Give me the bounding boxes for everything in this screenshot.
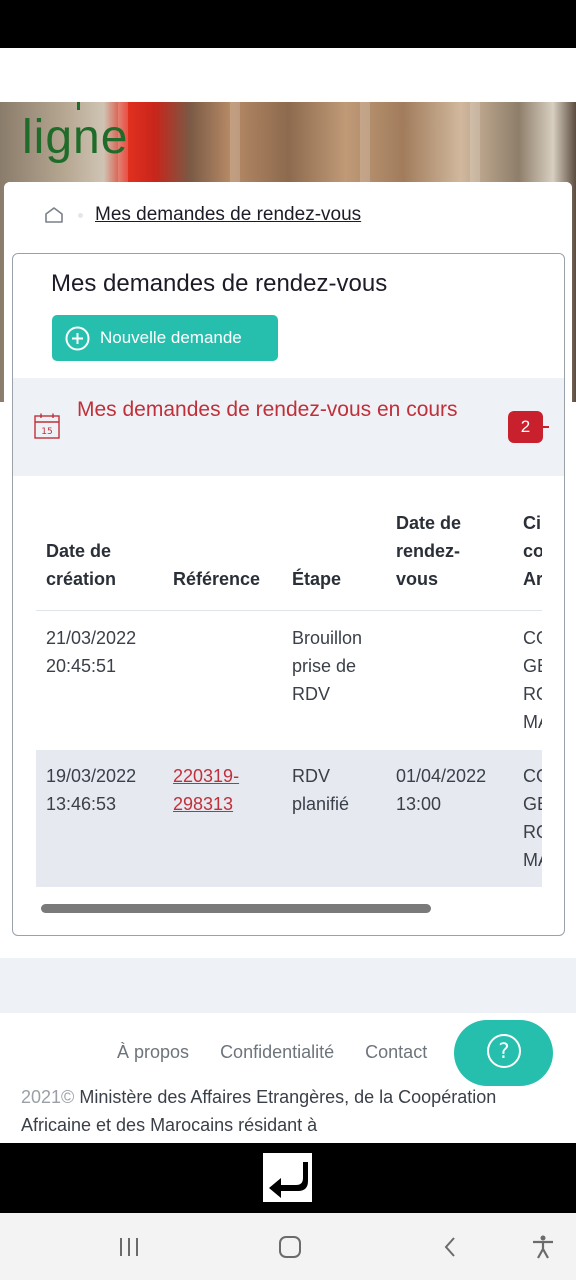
banner-title: ligne xyxy=(22,111,129,164)
svg-text:15: 15 xyxy=(41,427,52,437)
pending-requests-title: Mes demandes de rendez-vous en cours xyxy=(77,398,458,421)
system-nav-bar xyxy=(0,1213,576,1280)
footer-link-about[interactable]: À propos xyxy=(117,1042,189,1062)
pending-count-badge: 2 xyxy=(508,411,543,443)
home-icon[interactable] xyxy=(44,205,64,225)
help-button[interactable]: ? xyxy=(454,1020,553,1086)
banner-tick xyxy=(77,102,80,110)
breadcrumb-separator xyxy=(78,212,83,218)
plus-circle-icon xyxy=(65,326,90,351)
status-bar xyxy=(0,0,576,48)
cell-etape: Brouillon prise de RDV xyxy=(292,628,363,704)
cell-date-creation: 21/03/2022 20:45:51 xyxy=(46,628,137,676)
new-request-button[interactable]: Nouvelle demande xyxy=(52,315,278,361)
top-spacer xyxy=(0,48,576,102)
header-date-creation[interactable]: Date de création xyxy=(46,537,116,593)
footer-links: À propos Confidentialité Contact xyxy=(117,1042,453,1063)
cell-reference-link[interactable]: 220319- 298313 xyxy=(173,762,239,818)
header-city[interactable]: Ci co Ar xyxy=(523,509,542,593)
pending-requests-header[interactable]: 15 Mes demandes de rendez-vous en cours … xyxy=(13,378,564,476)
cell-date-creation: 19/03/2022 13:46:53 xyxy=(46,766,137,814)
new-request-label: Nouvelle demande xyxy=(100,328,242,347)
header-etape[interactable]: Étape xyxy=(292,565,341,593)
home-nav-icon[interactable] xyxy=(272,1229,308,1265)
table-row[interactable]: 21/03/2022 20:45:51 Brouillon prise de R… xyxy=(36,612,542,750)
requests-table[interactable]: Date de création Référence Étape Date de… xyxy=(36,504,542,904)
accessibility-icon[interactable] xyxy=(525,1229,561,1265)
table-row[interactable]: 19/03/2022 13:46:53 220319- 298313 RDV p… xyxy=(36,750,542,887)
horizontal-scrollbar[interactable] xyxy=(41,904,431,913)
badge-tail xyxy=(543,426,549,428)
page-bottom-spacer xyxy=(0,958,576,1013)
copyright-year: 2021© xyxy=(21,1087,75,1107)
table-header: Date de création Référence Étape Date de… xyxy=(36,504,542,611)
cell-city: CO GÉ RO MA xyxy=(523,766,542,870)
return-arrow-icon[interactable] xyxy=(263,1153,312,1202)
cell-etape: RDV planifié xyxy=(292,766,350,814)
copyright: 2021© Ministère des Affaires Etrangères,… xyxy=(21,1083,561,1139)
calendar-icon: 15 xyxy=(33,412,61,440)
header-date-rdv[interactable]: Date de rendez- vous xyxy=(396,509,461,593)
footer-link-contact[interactable]: Contact xyxy=(365,1042,427,1062)
header-reference[interactable]: Référence xyxy=(173,565,260,593)
cell-city: CO GÉ RO MA xyxy=(523,628,542,732)
question-mark-icon: ? xyxy=(485,1032,523,1074)
page-title: Mes demandes de rendez-vous xyxy=(51,270,388,297)
copyright-text: Ministère des Affaires Etrangères, de la… xyxy=(21,1087,497,1135)
cell-date-rdv: 01/04/2022 13:00 xyxy=(396,766,487,814)
breadcrumb: Mes demandes de rendez-vous xyxy=(44,200,361,230)
footer-link-privacy[interactable]: Confidentialité xyxy=(220,1042,334,1062)
recent-apps-icon[interactable] xyxy=(111,1229,147,1265)
appointments-container: Mes demandes de rendez-vous Nouvelle dem… xyxy=(12,253,565,936)
svg-text:?: ? xyxy=(498,1039,509,1063)
back-nav-icon[interactable] xyxy=(433,1229,469,1265)
breadcrumb-current-link[interactable]: Mes demandes de rendez-vous xyxy=(95,204,361,226)
